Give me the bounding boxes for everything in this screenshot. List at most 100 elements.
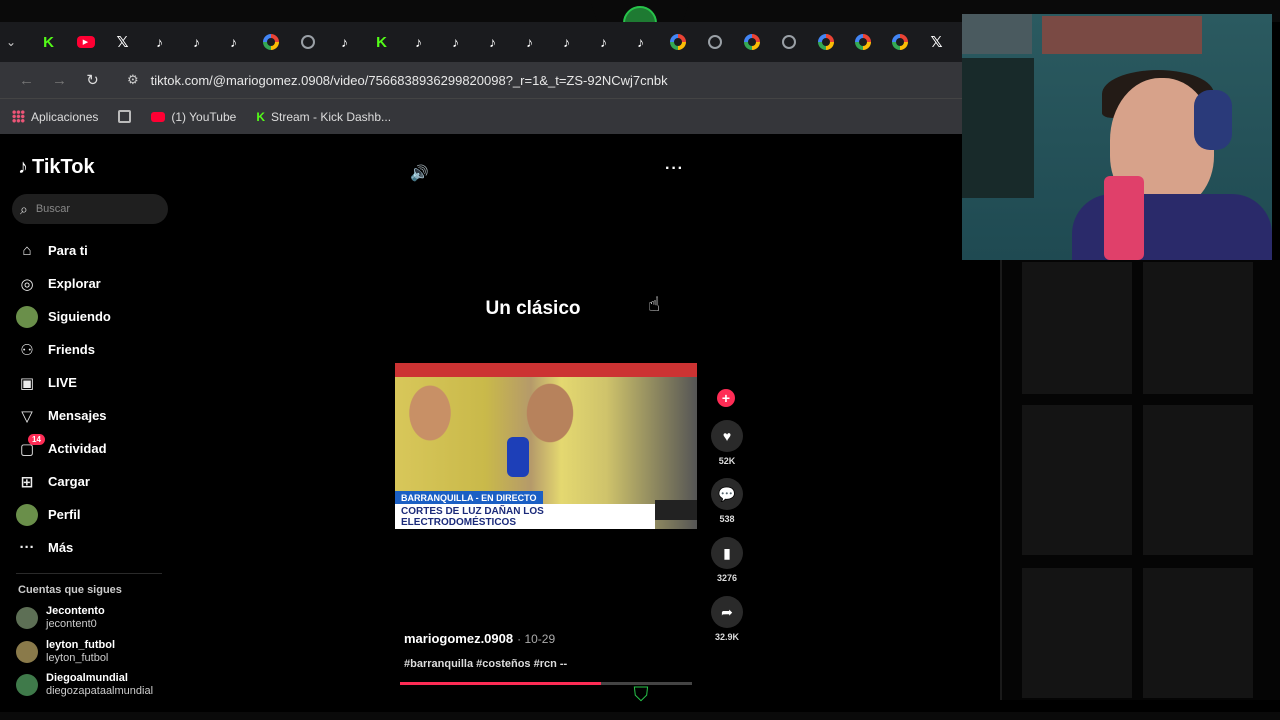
video-player[interactable]: BARRANQUILLA - EN DIRECTO CORTES DE LUZ … [395,363,697,529]
following-account[interactable]: leyton_futbol leyton_futbol [16,639,115,665]
account-avatar [16,607,38,629]
following-title: Cuentas que sigues [18,584,122,596]
tab-groups-icon [118,110,132,123]
bookmark-tab-groups[interactable] [118,110,132,123]
home-icon: ⌂ [22,242,32,259]
share-icon: ➦ [711,596,743,628]
sidebar-item-label: Actividad [48,441,107,456]
browser-tab[interactable]: ♪ [400,22,437,62]
sidebar-divider [16,573,162,574]
browser-tab[interactable]: ♪ [326,22,363,62]
browser-tab[interactable] [733,22,770,62]
more-options-icon[interactable]: ··· [665,160,684,178]
sidebar-item-friends[interactable]: ⚇ Friends [16,333,111,366]
tab-search-chevron-icon[interactable]: ⌄ [6,35,30,49]
browser-tab[interactable]: ♪ [437,22,474,62]
like-count: 52K [718,456,736,466]
volume-icon[interactable]: 🔊 [410,164,429,182]
search-input[interactable]: ⌕ Buscar [12,194,168,224]
forward-button[interactable]: → [43,72,76,89]
browser-tab[interactable]: ♪ [511,22,548,62]
browser-tab[interactable] [289,22,326,62]
tiktok-icon: ♪ [637,34,644,50]
wall-poster [962,14,1032,54]
site-settings-icon[interactable]: ⚙ [127,72,139,88]
kick-icon: K [376,33,387,51]
browser-tab[interactable]: ♪ [215,22,252,62]
upload-icon: ⊞ [20,473,34,491]
browser-tab[interactable]: ♪ [622,22,659,62]
back-button[interactable]: ← [10,72,43,89]
account-handle: leyton_futbol [46,652,109,664]
sidebar-item-actividad[interactable]: ▢ 14 Actividad [16,432,111,465]
side-tile [1022,405,1132,555]
account-avatar [16,674,38,696]
browser-tab[interactable] [659,22,696,62]
following-account[interactable]: Jecontento jecontent0 [16,605,105,631]
browser-tab[interactable] [252,22,289,62]
save-button[interactable]: ▮ 3276 [711,537,743,583]
bookmark-youtube[interactable]: (1) YouTube [151,110,236,124]
share-button[interactable]: ➦ 32.9K [711,596,743,642]
sidebar-item-perfil[interactable]: Perfil [16,498,111,531]
bookmark-apps[interactable]: Aplicaciones [12,110,98,124]
avatar [16,305,38,328]
following-account[interactable]: Diegoalmundial diegozapataalmundial [16,672,153,698]
side-tile [1022,568,1132,698]
streamer-body [1072,194,1272,260]
side-tile [1143,405,1253,555]
browser-tab[interactable]: K [30,22,67,62]
browser-tab[interactable] [770,22,807,62]
browser-tab[interactable] [881,22,918,62]
save-count: 3276 [716,573,738,583]
kick-icon: K [256,109,265,124]
browser-tab[interactable] [807,22,844,62]
browser-tab[interactable]: ♪ [548,22,585,62]
sidebar-item-live[interactable]: ▣ LIVE [16,366,111,399]
like-button[interactable]: ♥ 52K [711,420,743,466]
sidebar-item-explorar[interactable]: ◎ Explorar [16,267,111,300]
sidebar-item-label: Mensajes [48,408,107,423]
account-avatar [16,641,38,663]
wall-standings-board [962,58,1034,198]
side-tile [1143,262,1253,394]
sidebar-item-cargar[interactable]: ⊞ Cargar [16,465,111,498]
browser-tab[interactable]: K [363,22,400,62]
browser-tab[interactable] [696,22,733,62]
sidebar-item-más[interactable]: ··· Más [16,531,111,564]
tiktok-icon: ♪ [489,34,496,50]
google-icon [854,34,871,50]
address-bar[interactable]: ⚙ tiktok.com/@mariogomez.0908/video/7566… [117,66,962,94]
browser-tab[interactable]: ♪ [141,22,178,62]
account-name: Diegoalmundial [46,672,128,684]
browser-tab[interactable] [844,22,881,62]
follow-plus-button[interactable]: + [717,389,735,407]
share-count: 32.9K [714,632,740,642]
video-author[interactable]: mariogomez.0908 · 10-29 [404,631,555,646]
tiktok-icon: ♪ [193,34,200,50]
browser-tab[interactable]: ♪ [474,22,511,62]
tiktok-logo[interactable]: ♪ TikTok [18,156,95,179]
sidebar-item-label: Explorar [48,276,101,291]
sidebar-item-para-ti[interactable]: ⌂ Para ti [16,234,111,267]
comment-button[interactable]: 💬 538 [711,478,743,524]
sidebar-item-mensajes[interactable]: ▽ Mensajes [16,399,111,432]
browser-tab[interactable]: 𝕏 [918,22,955,62]
video-progress-fill [400,682,602,685]
browser-tab[interactable]: ▶ [67,22,104,62]
browser-tab[interactable]: ♪ [178,22,215,62]
tiktok-icon: ♪ [156,34,163,50]
video-hashtags[interactable]: #barranquilla #costeños #rcn -- [404,658,567,670]
bookmark-kick-label: Stream - Kick Dashb... [271,109,392,124]
browser-tab[interactable]: ♪ [585,22,622,62]
bookmark-youtube-label: (1) YouTube [171,109,237,124]
reload-button[interactable]: ↻ [76,71,109,89]
side-tile [1143,568,1253,698]
browser-tab[interactable]: 𝕏 [104,22,141,62]
sidebar-item-label: Más [48,540,74,555]
sidebar-item-siguiendo[interactable]: Siguiendo [16,300,111,333]
sidebar-nav: ⌂ Para ti ◎ Explorar Siguiendo ⚇ Friends ▣ LIVE ▽… [16,234,111,564]
sidebar-item-label: Perfil [48,507,81,522]
stream-overlay-bottom [0,712,1280,720]
bookmark-kick[interactable]: K Stream - Kick Dashb... [256,110,391,124]
